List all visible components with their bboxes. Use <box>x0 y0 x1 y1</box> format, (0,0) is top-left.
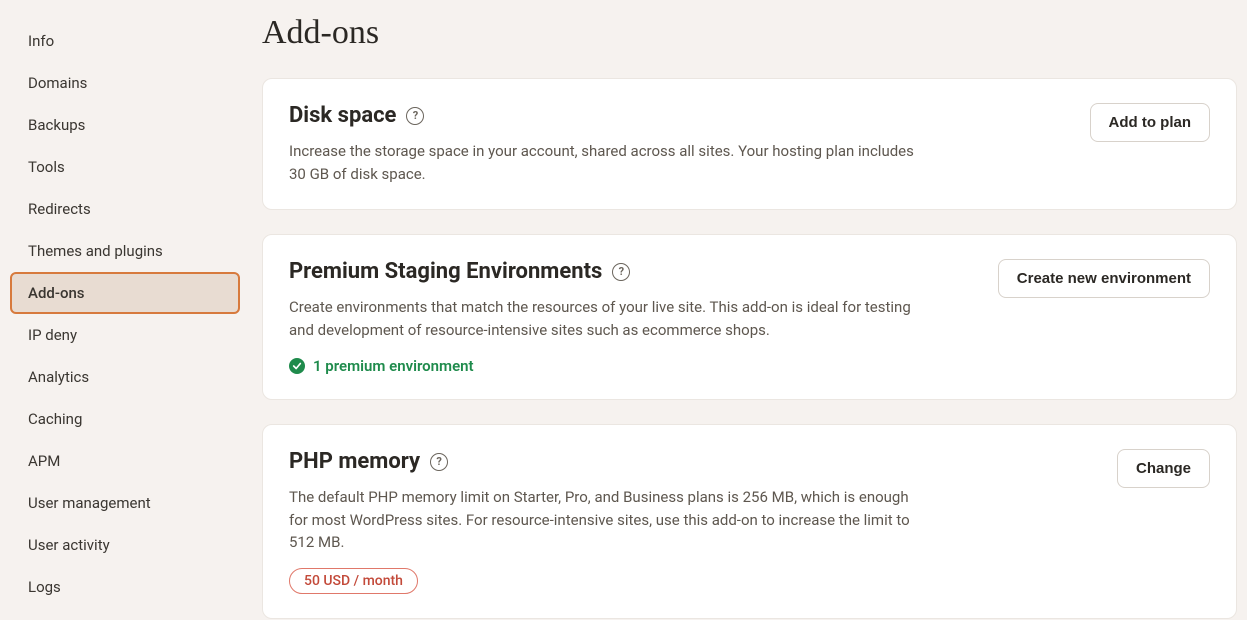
card-premium-staging: Premium Staging Environments ? Create en… <box>262 234 1237 400</box>
create-new-environment-button[interactable]: Create new environment <box>998 259 1210 298</box>
sidebar-item-info[interactable]: Info <box>0 20 248 62</box>
price-pill: 50 USD / month <box>289 568 418 594</box>
card-disk-space: Disk space ? Increase the storage space … <box>262 78 1237 210</box>
sidebar-item-domains[interactable]: Domains <box>0 62 248 104</box>
sidebar-item-analytics[interactable]: Analytics <box>0 356 248 398</box>
sidebar-item-label: Add-ons <box>28 284 85 302</box>
card-description: Create environments that match the resou… <box>289 296 929 341</box>
sidebar-item-label: IP deny <box>28 326 77 344</box>
card-php-memory: PHP memory ? The default PHP memory limi… <box>262 424 1237 619</box>
card-title: Disk space <box>289 103 396 128</box>
sidebar-item-redirects[interactable]: Redirects <box>0 188 248 230</box>
sidebar-item-label: Caching <box>28 410 82 428</box>
sidebar-item-add-ons[interactable]: Add-ons <box>10 272 240 314</box>
check-circle-icon <box>289 358 305 374</box>
main-content: Add-ons Disk space ? Increase the storag… <box>248 0 1247 620</box>
help-icon[interactable]: ? <box>430 453 448 471</box>
sidebar-item-user-management[interactable]: User management <box>0 482 248 524</box>
sidebar-item-label: User management <box>28 494 151 512</box>
status-row: 1 premium environment <box>289 357 978 375</box>
sidebar-item-label: User activity <box>28 536 110 554</box>
sidebar-item-themes-and-plugins[interactable]: Themes and plugins <box>0 230 248 272</box>
card-description: Increase the storage space in your accou… <box>289 140 929 185</box>
sidebar-item-apm[interactable]: APM <box>0 440 248 482</box>
card-title: Premium Staging Environments <box>289 259 602 284</box>
sidebar-item-label: Analytics <box>28 368 89 386</box>
help-icon[interactable]: ? <box>406 107 424 125</box>
sidebar-item-label: Themes and plugins <box>28 242 163 260</box>
sidebar-item-user-activity[interactable]: User activity <box>0 524 248 566</box>
add-to-plan-button[interactable]: Add to plan <box>1090 103 1211 142</box>
sidebar-item-ip-deny[interactable]: IP deny <box>0 314 248 356</box>
sidebar-item-tools[interactable]: Tools <box>0 146 248 188</box>
sidebar-item-label: Info <box>28 32 54 50</box>
sidebar-item-logs[interactable]: Logs <box>0 566 248 608</box>
sidebar: Info Domains Backups Tools Redirects The… <box>0 0 248 620</box>
card-title: PHP memory <box>289 449 420 474</box>
status-text: 1 premium environment <box>313 357 474 375</box>
help-icon[interactable]: ? <box>612 263 630 281</box>
sidebar-item-label: Redirects <box>28 200 91 218</box>
sidebar-item-label: Logs <box>28 578 61 596</box>
sidebar-item-label: Backups <box>28 116 85 134</box>
sidebar-item-label: APM <box>28 452 60 470</box>
sidebar-item-backups[interactable]: Backups <box>0 104 248 146</box>
page-title: Add-ons <box>262 14 1237 52</box>
change-button[interactable]: Change <box>1117 449 1210 488</box>
card-description: The default PHP memory limit on Starter,… <box>289 486 929 554</box>
sidebar-item-label: Tools <box>28 158 65 176</box>
sidebar-item-label: Domains <box>28 74 87 92</box>
sidebar-item-caching[interactable]: Caching <box>0 398 248 440</box>
